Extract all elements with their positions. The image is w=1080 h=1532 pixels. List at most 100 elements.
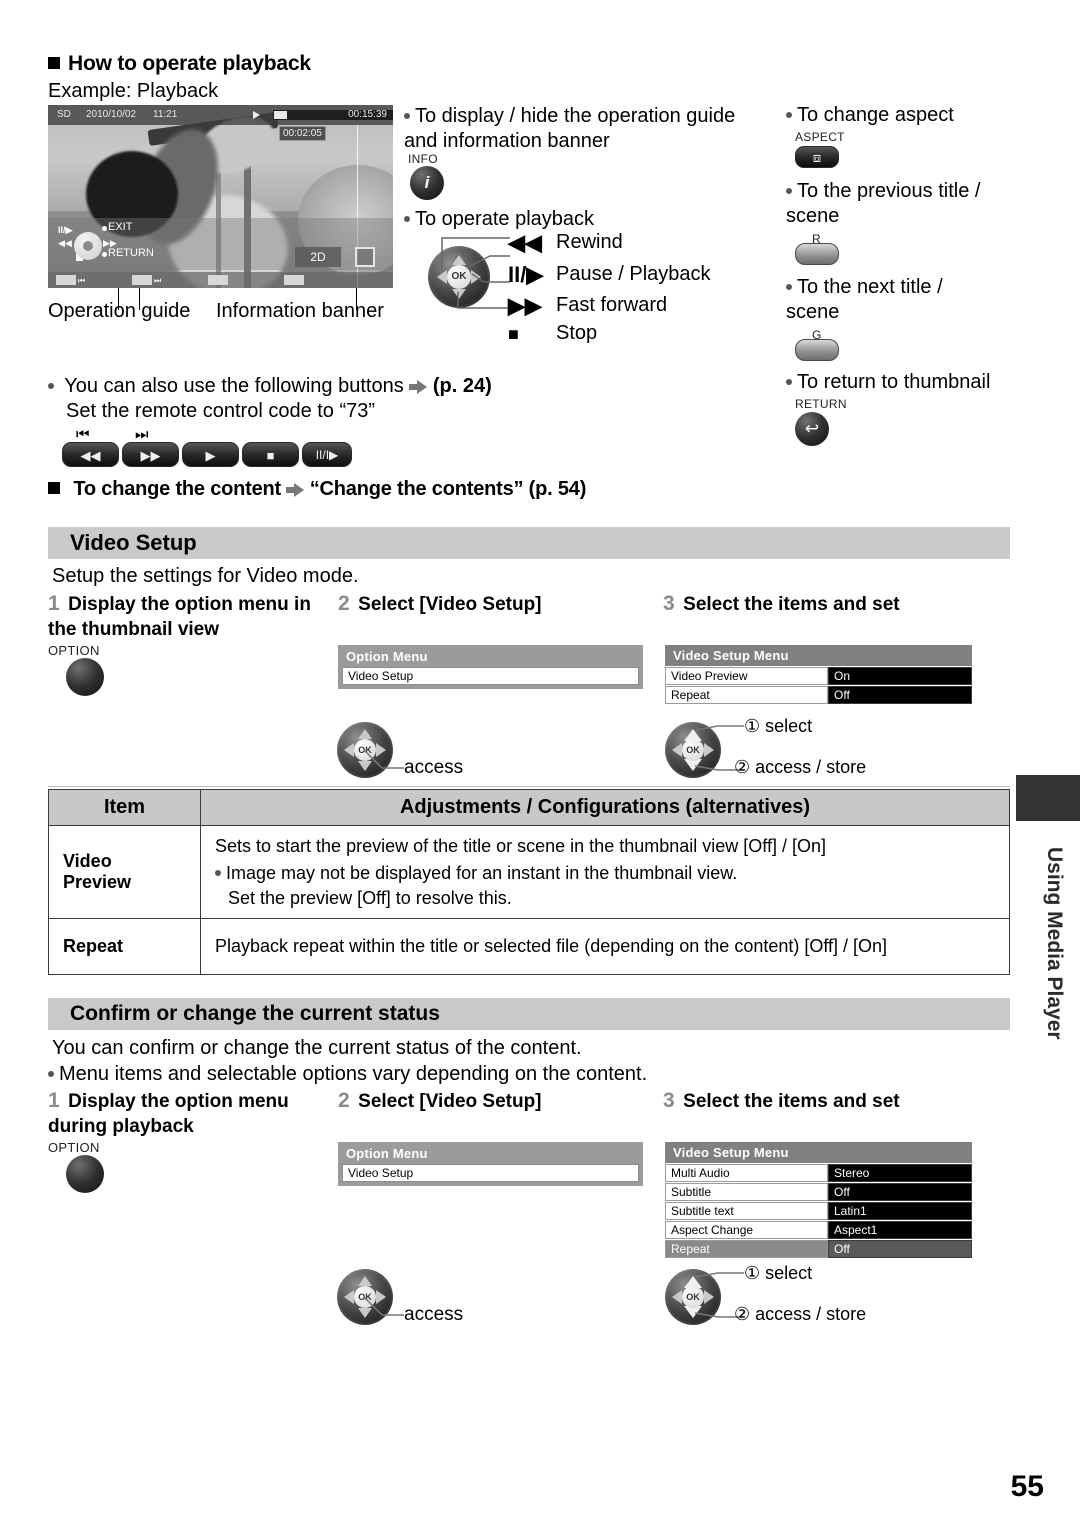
confirm-status-title: Confirm or change the current status bbox=[70, 1002, 440, 1025]
stop-button[interactable]: ■ bbox=[242, 442, 299, 467]
step-number-2: 2 bbox=[338, 592, 350, 615]
rewind-button[interactable]: ◀◀ bbox=[62, 442, 119, 467]
video-setup-menu-row[interactable]: Subtitle text Latin1 bbox=[665, 1202, 972, 1220]
color-key-4 bbox=[284, 275, 304, 285]
step-text-3: Select the items and set bbox=[683, 1091, 900, 1112]
arrow-right-icon bbox=[409, 380, 428, 394]
table-cell-item: Video Preview bbox=[48, 825, 201, 919]
dpad-connectors bbox=[441, 237, 510, 309]
operation-guide-caption: Operation guide bbox=[48, 300, 191, 322]
dpad-up-arrow[interactable] bbox=[358, 729, 372, 739]
stop-op-glyph: ■ bbox=[508, 324, 519, 344]
bullet-previous-title: To the previous title / scene bbox=[786, 179, 996, 229]
aspect-button-label: ASPECT bbox=[795, 130, 845, 144]
confirm-step-2: 2 Select [Video Setup] bbox=[338, 1089, 638, 1113]
video-setup-menu-title-1: Video Setup Menu bbox=[665, 645, 972, 666]
option-button-2[interactable] bbox=[66, 1155, 104, 1193]
access-connector-2 bbox=[363, 1296, 404, 1316]
video-setup-menu-row[interactable]: Aspect Change Aspect1 bbox=[665, 1221, 972, 1239]
table-cell-desc: Sets to start the preview of the title o… bbox=[200, 825, 1010, 919]
video-setup-section-bar: Video Setup bbox=[48, 527, 1010, 559]
color-key-3 bbox=[208, 275, 228, 285]
bullet-next-title: To the next title / scene bbox=[786, 275, 996, 325]
confirm-step-1: 1 Display the option menu during playbac… bbox=[48, 1089, 328, 1139]
option-menu-2: Option Menu Video Setup bbox=[338, 1142, 643, 1186]
option-button-label-1: OPTION bbox=[48, 643, 100, 658]
table-row: Repeat Playback repeat within the title … bbox=[48, 917, 1010, 975]
dpad-up-arrow[interactable] bbox=[358, 1276, 372, 1286]
table-item-video: Video bbox=[63, 850, 112, 871]
fast-forward-op-label: Fast forward bbox=[556, 294, 668, 316]
green-color-button[interactable] bbox=[795, 339, 839, 361]
note-use-following-buttons: You can also use the following buttons (… bbox=[48, 375, 492, 398]
change-content-heading: To change the content “Change the conten… bbox=[48, 478, 586, 501]
table-header-item: Item bbox=[48, 789, 201, 826]
desc-main-text-0: Sets to start the preview of the title o… bbox=[215, 836, 826, 856]
play-icon bbox=[253, 111, 260, 119]
dpad-left-arrow[interactable] bbox=[672, 1290, 682, 1304]
option-button-label-2: OPTION bbox=[48, 1140, 100, 1155]
arrow-right-icon-2 bbox=[286, 483, 305, 497]
table-header-adjustments: Adjustments / Configurations (alternativ… bbox=[200, 789, 1010, 826]
row-value[interactable]: Off bbox=[828, 686, 972, 704]
manual-page: How to operate playback Example: Playbac… bbox=[0, 0, 1080, 1532]
how-to-operate-playback-heading: How to operate playback bbox=[48, 52, 311, 76]
play-button[interactable]: ▶ bbox=[182, 442, 239, 467]
dpad-left-arrow[interactable] bbox=[344, 1290, 354, 1304]
row-value[interactable]: On bbox=[828, 667, 972, 685]
fast-forward-button[interactable]: ▶▶ bbox=[122, 442, 179, 467]
step-text-2: Select [Video Setup] bbox=[358, 1091, 542, 1112]
step-text-1: Display the option menu in the thumbnail… bbox=[48, 594, 311, 640]
row-value[interactable]: Aspect1 bbox=[828, 1221, 972, 1239]
side-tab-label: Using Media Player bbox=[1043, 846, 1066, 1040]
option-menu-title-1: Option Menu bbox=[346, 649, 428, 664]
side-tab-marker bbox=[1016, 775, 1080, 821]
note-remote-code: Set the remote control code to “73” bbox=[66, 400, 376, 422]
dpad-left-arrow[interactable] bbox=[344, 743, 354, 757]
row-value[interactable]: Latin1 bbox=[828, 1202, 972, 1220]
confirm-step-3: 3 Select the items and set bbox=[663, 1089, 1003, 1113]
access-connector-1 bbox=[363, 749, 404, 769]
option-menu-item-video-setup-2[interactable]: Video Setup bbox=[342, 1164, 639, 1182]
option-menu-item-video-setup-1[interactable]: Video Setup bbox=[342, 667, 639, 685]
info-button-label: INFO bbox=[408, 152, 438, 166]
video-setup-menu-row[interactable]: Video Preview On bbox=[665, 667, 972, 685]
change-content-text: To change the content bbox=[73, 478, 282, 500]
option-button-1[interactable] bbox=[66, 658, 104, 696]
pause-play-button[interactable]: II/I▶ bbox=[302, 442, 352, 467]
settings-table: Item Adjustments / Configurations (alter… bbox=[48, 789, 1010, 975]
video-setup-intro: Setup the settings for Video mode. bbox=[52, 565, 359, 587]
change-content-ref: “Change the contents” (p. 54) bbox=[309, 478, 587, 500]
video-setup-title: Video Setup bbox=[70, 530, 197, 555]
return-bullet bbox=[102, 252, 107, 257]
tv-screenshot: SD 2010/10/02 11:21 00:15:39 00:02:05 II… bbox=[48, 105, 393, 288]
elapsed-time: 00:02:05 bbox=[279, 126, 326, 141]
note-buttons-text: You can also use the following buttons bbox=[64, 375, 404, 397]
skip-next-label: ⏭ bbox=[135, 426, 149, 443]
row-key: Multi Audio bbox=[665, 1164, 828, 1182]
rewind-op-glyph: ◀◀ bbox=[508, 230, 542, 255]
access-store-label-1: ② access / store bbox=[734, 757, 867, 777]
exit-label: EXIT bbox=[108, 221, 133, 233]
video-setup-menu-1: Video Setup Menu Video Preview On Repeat… bbox=[665, 645, 972, 704]
divider-rule bbox=[48, 786, 1010, 787]
fast-forward-op-glyph: ▶▶ bbox=[508, 293, 542, 318]
red-color-button[interactable] bbox=[795, 243, 839, 265]
dpad-left-arrow[interactable] bbox=[672, 743, 682, 757]
return-icon[interactable]: ↩ bbox=[795, 412, 829, 446]
row-value[interactable]: Stereo bbox=[828, 1164, 972, 1182]
video-setup-menu-row-selected[interactable]: Repeat Off bbox=[665, 1240, 972, 1258]
step-number-3: 3 bbox=[663, 1089, 675, 1112]
step-text-3: Select the items and set bbox=[683, 594, 900, 615]
info-icon[interactable]: i bbox=[410, 166, 444, 200]
row-value[interactable]: Off bbox=[828, 1240, 972, 1258]
return-button-label: RETURN bbox=[795, 397, 847, 411]
pause-play-op-glyph: II/▶ bbox=[508, 262, 544, 287]
video-setup-menu-row[interactable]: Multi Audio Stereo bbox=[665, 1164, 972, 1182]
rewind-op-label: Rewind bbox=[556, 231, 623, 253]
video-setup-menu-row[interactable]: Repeat Off bbox=[665, 686, 972, 704]
row-value[interactable]: Off bbox=[828, 1183, 972, 1201]
aspect-icon[interactable]: ⧈ bbox=[795, 146, 839, 168]
video-setup-menu-row[interactable]: Subtitle Off bbox=[665, 1183, 972, 1201]
step-number-1: 1 bbox=[48, 1089, 60, 1112]
